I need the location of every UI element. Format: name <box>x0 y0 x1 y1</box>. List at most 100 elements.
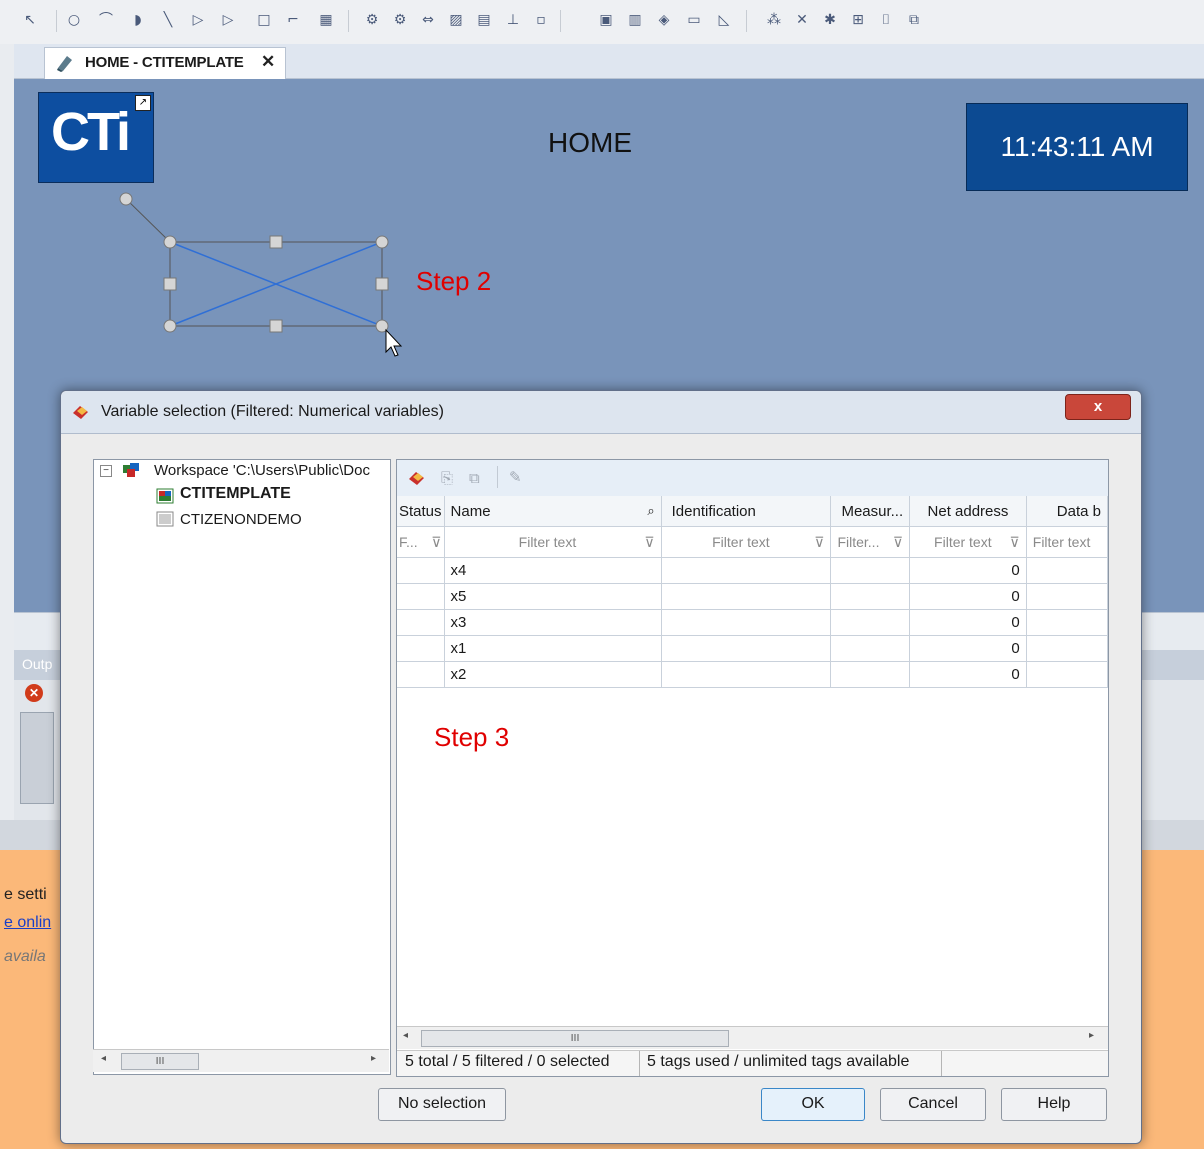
step-2-annotation: Step 2 <box>416 266 492 296</box>
filter-identification[interactable]: Filter text ⊽ <box>661 526 832 558</box>
display-tool-icon[interactable]: ▣ <box>598 12 614 28</box>
filter-icon[interactable]: ⊽ <box>893 534 903 551</box>
symbol-tool-icon[interactable]: ◈ <box>656 12 672 28</box>
filter-icon[interactable]: ⊽ <box>644 534 654 551</box>
image-tool-icon[interactable]: ▨ <box>448 12 464 28</box>
status-divider <box>941 1051 942 1076</box>
tree-horizontal-scrollbar[interactable]: ◂ III ▸ <box>93 1049 389 1072</box>
text-box-tool-icon[interactable]: ▭ <box>686 12 702 28</box>
scroll-thumb[interactable]: III <box>121 1053 199 1070</box>
column-header-measure[interactable]: Measur... <box>830 496 911 527</box>
table-row[interactable]: x5 0 <box>397 583 1109 610</box>
chart-tool-icon[interactable]: ◺ <box>716 12 732 28</box>
tree-workspace[interactable]: Workspace 'C:\Users\Public\Doc <box>154 462 370 479</box>
cell-measure <box>830 557 911 584</box>
scroll-left-icon[interactable]: ◂ <box>101 1053 106 1064</box>
cti-logo[interactable]: CTi ↗ <box>38 92 154 183</box>
table-row[interactable]: x4 0 <box>397 557 1109 584</box>
column-header-name[interactable]: Name ⌕ <box>444 496 662 527</box>
line-tool-icon[interactable]: ╲ <box>160 12 176 28</box>
cell-status <box>397 583 445 610</box>
filter-icon[interactable]: ⊽ <box>1010 534 1020 551</box>
filter-icon[interactable]: ⊽ <box>431 534 441 551</box>
filter-icon[interactable]: ⊽ <box>814 534 824 551</box>
help-button[interactable]: Help <box>1001 1088 1107 1121</box>
cell-name: x3 <box>444 609 662 636</box>
selector-tool-icon[interactable]: ↖ <box>22 12 38 28</box>
scroll-thumb[interactable]: III <box>421 1030 729 1047</box>
selection-rectangle[interactable] <box>100 180 420 360</box>
step-3-annotation: Step 3 <box>434 722 510 752</box>
pushbutton-tool-icon[interactable]: ⚙ <box>392 12 408 28</box>
table-row[interactable]: x2 0 <box>397 661 1109 688</box>
filter-measure[interactable]: Filter... ⊽ <box>830 526 911 558</box>
filter-name[interactable]: Filter text ⊽ <box>444 526 662 558</box>
table-tool-icon[interactable]: ▦ <box>318 12 334 28</box>
column-header-data-block[interactable]: Data b <box>1026 496 1109 527</box>
column-header-net-address[interactable]: Net address <box>909 496 1027 527</box>
copy-icon[interactable]: ⎘ <box>441 469 453 487</box>
grid-toolbar: ⎘ ⧉ ✎ <box>397 460 1108 497</box>
rectangle-tool-icon[interactable]: □ <box>256 12 272 28</box>
scroll-right-icon[interactable]: ▸ <box>371 1053 376 1064</box>
clock-time: 11:43:11 AM <box>1000 131 1154 162</box>
polyline-tool-icon[interactable]: ▷ <box>220 12 236 28</box>
grid-horizontal-scrollbar[interactable]: ◂ III ▸ <box>397 1026 1108 1049</box>
column-header-status[interactable]: Status <box>397 496 445 527</box>
paste-icon[interactable]: ⧉ <box>469 469 480 487</box>
new-variable-icon[interactable] <box>407 468 427 488</box>
workspace-tree[interactable]: − Workspace 'C:\Users\Public\Doc CTITEMP… <box>93 459 391 1075</box>
error-filter-icon[interactable]: ✕ <box>25 684 43 702</box>
frame-tool-icon[interactable]: ▫ <box>533 12 549 28</box>
filter-identification-text: Filter text <box>712 533 770 550</box>
dialog-title-bar[interactable]: Variable selection (Filtered: Numerical … <box>61 391 1141 434</box>
tree-project-ctitemplate[interactable]: CTITEMPLATE <box>180 485 291 503</box>
slider-tool-icon[interactable]: ⇔ <box>420 12 436 28</box>
filter-net-address[interactable]: Filter text ⊽ <box>909 526 1027 558</box>
cell-measure <box>830 583 911 610</box>
project-icon <box>156 488 174 504</box>
find-icon[interactable]: ⌕ <box>647 503 654 519</box>
button-tool-icon[interactable]: ⚙ <box>364 12 380 28</box>
trend-tool-icon[interactable]: ⊞ <box>850 12 866 28</box>
alarm-tool-icon[interactable]: ✱ <box>822 12 838 28</box>
filter-status-text: F... <box>399 533 418 550</box>
tab-close-icon[interactable]: ✕ <box>261 52 275 72</box>
grid-status-bar: 5 total / 5 filtered / 0 selected 5 tags… <box>397 1050 1108 1076</box>
filter-data-block[interactable]: Filter text <box>1026 526 1109 558</box>
arc-tool-icon[interactable]: ⌒ <box>98 12 114 28</box>
tab-label: HOME - CTITEMPLATE <box>85 54 244 71</box>
table-row[interactable]: x1 0 <box>397 635 1109 662</box>
comment-tool-icon[interactable]: ⌷ <box>878 12 894 28</box>
scroll-right-icon[interactable]: ▸ <box>1089 1030 1094 1041</box>
chord-tool-icon[interactable]: ◗ <box>130 12 146 28</box>
connector-tool-icon[interactable]: ⌐ <box>285 12 301 28</box>
scroll-left-icon[interactable]: ◂ <box>403 1030 408 1041</box>
start-page-link[interactable]: e onlin <box>4 914 51 932</box>
dialog-close-button[interactable]: x <box>1065 394 1131 420</box>
cancel-button[interactable]: Cancel <box>880 1088 986 1121</box>
edit-icon[interactable]: ✎ <box>509 468 522 486</box>
column-header-identification[interactable]: Identification <box>661 496 832 527</box>
tree-project-ctizenondemo[interactable]: CTIZENONDEMO <box>180 511 302 528</box>
wpf-tool-icon[interactable]: ⁂ <box>766 12 782 28</box>
cell-status <box>397 557 445 584</box>
document-tool-icon[interactable]: ▥ <box>627 12 643 28</box>
cell-data-block <box>1026 661 1109 688</box>
activex-tool-icon[interactable]: ✕ <box>794 12 810 28</box>
ok-button[interactable]: OK <box>761 1088 865 1121</box>
ellipse-tool-icon[interactable]: ○ <box>66 12 82 28</box>
filter-status[interactable]: F... ⊽ <box>397 526 445 558</box>
screen-title: HOME <box>548 127 632 158</box>
grid-tool-icon[interactable]: ▤ <box>476 12 492 28</box>
cell-name: x5 <box>444 583 662 610</box>
polygon-tool-icon[interactable]: ▷ <box>190 12 206 28</box>
cell-data-block <box>1026 557 1109 584</box>
table-row[interactable]: x3 0 <box>397 609 1109 636</box>
tab-home-ctitemplate[interactable]: HOME - CTITEMPLATE ✕ <box>44 47 286 79</box>
start-page-text: availa <box>4 948 46 965</box>
no-selection-button[interactable]: No selection <box>378 1088 506 1121</box>
tree-collapse-icon[interactable]: − <box>100 465 112 477</box>
scale-tool-icon[interactable]: ⊥ <box>505 12 521 28</box>
layers-tool-icon[interactable]: ⧉ <box>906 12 922 28</box>
